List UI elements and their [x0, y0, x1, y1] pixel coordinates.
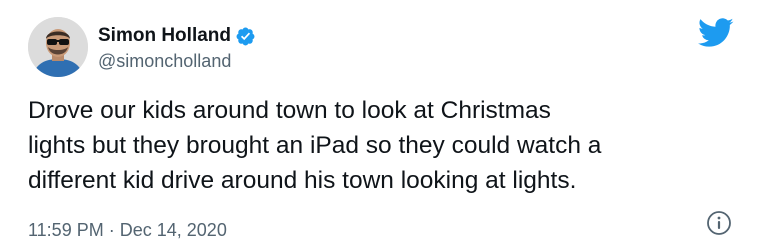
twitter-bird-icon[interactable] — [698, 18, 734, 48]
info-icon[interactable] — [706, 210, 732, 236]
author-handle[interactable]: @simoncholland — [98, 51, 231, 72]
tweet-date: Dec 14, 2020 — [119, 220, 227, 240]
avatar[interactable] — [28, 17, 88, 77]
verified-badge-icon — [235, 26, 256, 47]
profile-photo-icon — [28, 17, 88, 77]
meta-separator: · — [108, 220, 115, 240]
tweet-card: Simon Holland @simoncholland Drove our k… — [0, 0, 758, 252]
display-name[interactable]: Simon Holland — [98, 25, 231, 47]
tweet-timestamp[interactable]: 11:59 PM · Dec 14, 2020 — [28, 220, 227, 240]
tweet-time: 11:59 PM — [28, 220, 104, 240]
author-name-row: Simon Holland — [98, 24, 256, 48]
tweet-text: Drove our kids around town to look at Ch… — [28, 97, 602, 194]
